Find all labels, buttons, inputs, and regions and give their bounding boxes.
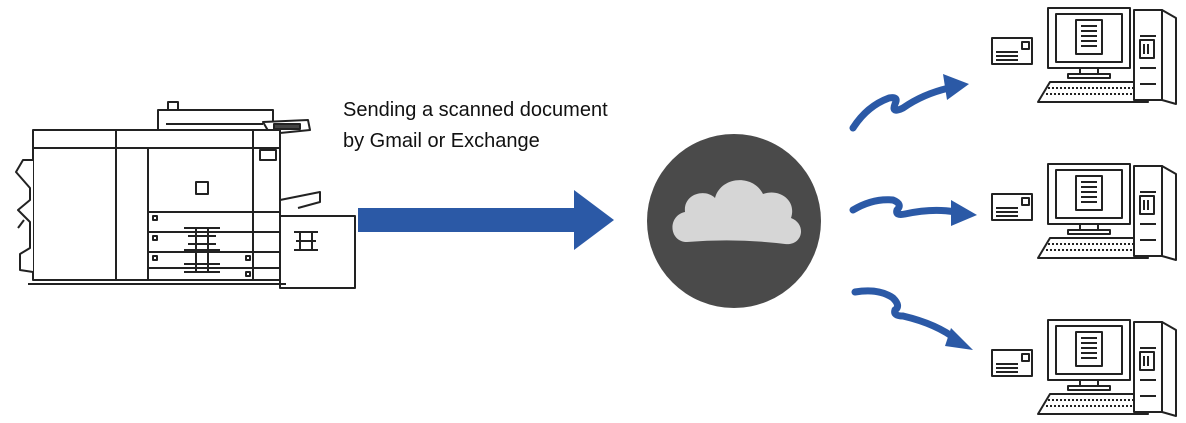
desktop-computer-icon <box>991 7 1177 105</box>
multifunction-printer-icon <box>15 101 356 289</box>
cloud-icon <box>647 134 821 308</box>
delivery-arrows <box>849 74 977 350</box>
send-arrow <box>358 190 614 250</box>
desktop-computer-icon <box>991 163 1177 261</box>
caption-line-1: Sending a scanned document <box>343 99 608 121</box>
caption: Sending a scanned document by Gmail or E… <box>343 95 673 157</box>
caption-line-2: by Gmail or Exchange <box>343 130 540 152</box>
desktop-computer-icon <box>991 319 1177 417</box>
